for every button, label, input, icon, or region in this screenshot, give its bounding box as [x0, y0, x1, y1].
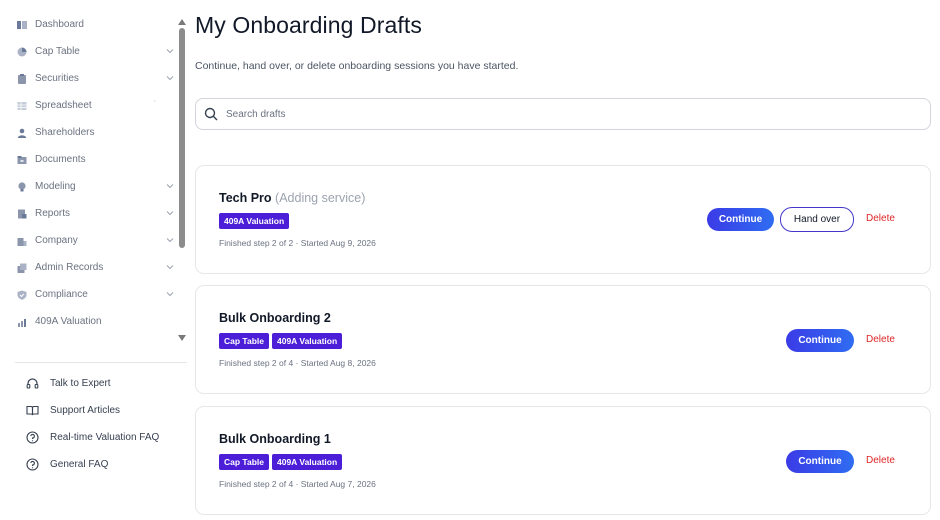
draft-card-bulk-onboarding-2: Bulk Onboarding 2 Cap Table 409A Valuati… — [195, 285, 931, 394]
question-circle-icon — [26, 458, 39, 471]
page-subtitle: Continue, hand over, or delete onboardin… — [195, 60, 519, 72]
delete-button[interactable]: Delete — [866, 213, 895, 224]
chart-icon — [17, 317, 27, 327]
sidebar-scrollbar-thumb[interactable] — [179, 28, 185, 248]
help-links: Talk to Expert Support Articles Real-tim… — [26, 370, 186, 478]
sidebar-item-label: Dashboard — [35, 19, 84, 30]
tag-409a-valuation: 409A Valuation — [219, 213, 290, 229]
sidebar-item-reports[interactable]: Reports — [0, 200, 180, 227]
search-icon — [204, 107, 218, 121]
help-item-realtime-valuation-faq[interactable]: Real-time Valuation FAQ — [26, 424, 186, 451]
hand-over-button[interactable]: Hand over — [780, 207, 854, 232]
tag-cap-table: Cap Table — [219, 454, 269, 470]
spreadsheet-icon — [17, 101, 27, 111]
draft-meta: Finished step 2 of 2 · Started Aug 9, 20… — [219, 238, 376, 248]
draft-name: Bulk Onboarding 1 — [219, 432, 331, 446]
draft-name-extra: (Adding service) — [275, 191, 366, 205]
draft-tags: Cap Table 409A Valuation — [219, 454, 343, 470]
chevron-down-icon[interactable] — [166, 47, 174, 55]
draft-name-text: Bulk Onboarding 2 — [219, 311, 331, 325]
sidebar-item-label: Modeling — [35, 181, 76, 192]
draft-name: Bulk Onboarding 2 — [219, 311, 331, 325]
shield-icon — [17, 290, 27, 300]
chevron-down-icon[interactable] — [166, 74, 174, 82]
draft-name-text: Bulk Onboarding 1 — [219, 432, 331, 446]
search-box[interactable] — [195, 98, 931, 130]
sidebar-item-label: Securities — [35, 73, 79, 84]
sidebar-item-shareholders[interactable]: Shareholders — [0, 119, 180, 146]
scroll-down-arrow-icon[interactable] — [177, 329, 187, 341]
sidebar-item-label: Admin Records — [35, 262, 104, 273]
headset-icon — [26, 377, 39, 390]
sidebar-item-spreadsheet[interactable]: Spreadsheet ˋ — [0, 92, 180, 119]
sidebar-item-cap-table[interactable]: Cap Table — [0, 38, 180, 65]
sidebar-item-admin-records[interactable]: Admin Records — [0, 254, 180, 281]
question-circle-icon — [26, 431, 39, 444]
draft-tags: 409A Valuation — [219, 213, 290, 229]
spreadsheet-tick-mark: ˋ — [153, 101, 156, 108]
delete-button[interactable]: Delete — [866, 334, 895, 345]
draft-meta: Finished step 2 of 4 · Started Aug 8, 20… — [219, 358, 376, 368]
main-content: My Onboarding Drafts Continue, hand over… — [195, 0, 931, 520]
clipboard-icon — [17, 73, 27, 84]
sidebar-nav: Dashboard Cap Table Securities Spreadshe… — [0, 11, 180, 335]
tag-409a-valuation: 409A Valuation — [272, 454, 343, 470]
help-item-general-faq[interactable]: General FAQ — [26, 451, 186, 478]
sidebar-item-label: Reports — [35, 208, 71, 219]
help-item-label: General FAQ — [50, 459, 109, 470]
delete-button[interactable]: Delete — [866, 455, 895, 466]
pie-chart-icon — [17, 47, 27, 57]
chevron-down-icon[interactable] — [166, 290, 174, 298]
chevron-down-icon[interactable] — [166, 182, 174, 190]
draft-card-tech-pro: Tech Pro (Adding service) 409A Valuation… — [195, 165, 931, 274]
chevron-down-icon[interactable] — [166, 236, 174, 244]
sidebar-item-compliance[interactable]: Compliance — [0, 281, 180, 308]
chevron-down-icon[interactable] — [166, 209, 174, 217]
sidebar-item-label: 409A Valuation — [35, 316, 102, 327]
sidebar-item-securities[interactable]: Securities — [0, 65, 180, 92]
draft-name-text: Tech Pro — [219, 191, 272, 205]
tag-409a-valuation: 409A Valuation — [272, 333, 343, 349]
search-input[interactable] — [226, 108, 826, 120]
page-title: My Onboarding Drafts — [195, 12, 422, 38]
draft-card-bulk-onboarding-1: Bulk Onboarding 1 Cap Table 409A Valuati… — [195, 406, 931, 515]
sidebar-item-documents[interactable]: Documents — [0, 146, 180, 173]
records-icon — [17, 263, 27, 273]
sidebar-item-label: Company — [35, 235, 78, 246]
building-icon — [17, 236, 27, 246]
help-item-talk-to-expert[interactable]: Talk to Expert — [26, 370, 186, 397]
continue-button[interactable]: Continue — [786, 450, 854, 473]
draft-tags: Cap Table 409A Valuation — [219, 333, 343, 349]
help-item-label: Support Articles — [50, 405, 121, 416]
sidebar-item-label: Cap Table — [35, 46, 80, 57]
draft-meta: Finished step 2 of 4 · Started Aug 7, 20… — [219, 479, 376, 489]
sidebar-item-label: Shareholders — [35, 127, 95, 138]
draft-name: Tech Pro (Adding service) — [219, 191, 365, 205]
sidebar-item-company[interactable]: Company — [0, 227, 180, 254]
folder-icon — [17, 155, 27, 165]
dashboard-icon — [17, 20, 27, 30]
help-item-label: Real-time Valuation FAQ — [50, 432, 160, 443]
sidebar-item-dashboard[interactable]: Dashboard — [0, 11, 180, 38]
book-icon — [26, 404, 39, 417]
continue-button[interactable]: Continue — [707, 208, 774, 231]
lightbulb-icon — [17, 181, 27, 192]
tag-cap-table: Cap Table — [219, 333, 269, 349]
sidebar: Dashboard Cap Table Securities Spreadshe… — [0, 0, 190, 520]
sidebar-item-modeling[interactable]: Modeling — [0, 173, 180, 200]
user-icon — [17, 128, 27, 138]
sidebar-item-label: Documents — [35, 154, 86, 165]
chevron-down-icon[interactable] — [166, 263, 174, 271]
sidebar-item-label: Compliance — [35, 289, 88, 300]
help-item-support-articles[interactable]: Support Articles — [26, 397, 186, 424]
sidebar-divider — [15, 362, 187, 363]
sidebar-item-label: Spreadsheet — [35, 100, 92, 111]
continue-button[interactable]: Continue — [786, 329, 854, 352]
scroll-up-arrow-icon[interactable] — [177, 13, 187, 25]
sidebar-item-409a-valuation[interactable]: 409A Valuation — [0, 308, 180, 335]
help-item-label: Talk to Expert — [50, 378, 111, 389]
report-icon — [17, 209, 27, 219]
